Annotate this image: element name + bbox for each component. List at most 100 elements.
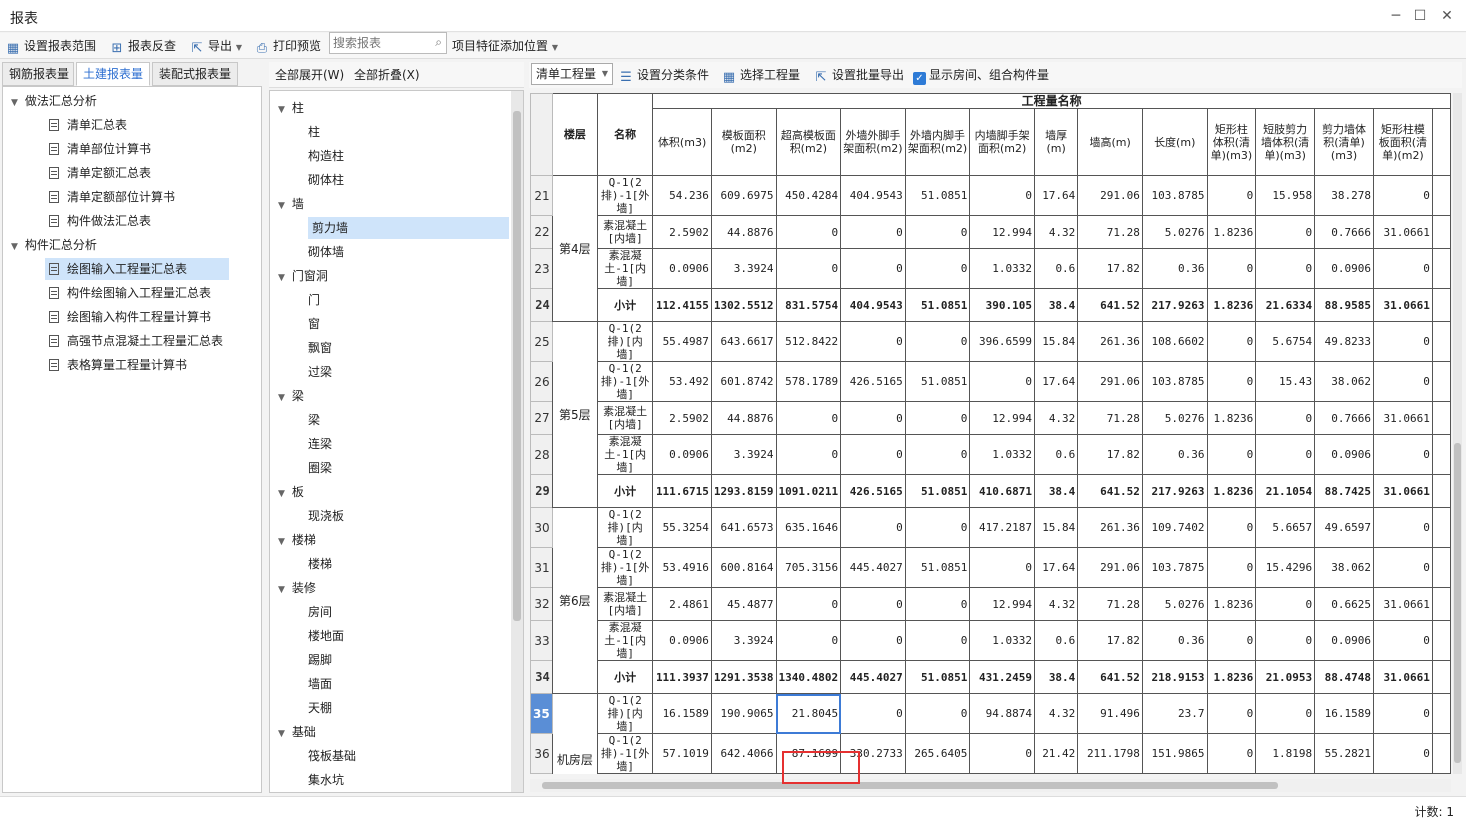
- name-cell[interactable]: 小计: [597, 474, 654, 508]
- mid-item[interactable]: 飘窗: [308, 337, 332, 359]
- value-cell[interactable]: 0: [969, 547, 1035, 588]
- set-range-button[interactable]: ▦ 设置报表范围: [6, 36, 96, 56]
- scroll-thumb[interactable]: [1454, 443, 1461, 763]
- value-cell[interactable]: 0.7666: [1314, 401, 1374, 435]
- value-cell[interactable]: 44.8876: [710, 401, 777, 435]
- name-cell[interactable]: 素混凝土-1[内墙]: [597, 248, 654, 289]
- value-cell[interactable]: 404.9543: [840, 288, 906, 322]
- value-cell[interactable]: 1.0332: [969, 620, 1035, 661]
- scroll-thumb[interactable]: [542, 782, 1278, 789]
- value-cell[interactable]: 426.5165: [840, 474, 906, 508]
- row-number[interactable]: 22: [530, 215, 553, 249]
- column-header[interactable]: 矩形柱模板面积(清单)(m2): [1373, 108, 1433, 176]
- mid-item[interactable]: 楼梯: [308, 553, 332, 575]
- value-cell[interactable]: 0: [775, 248, 842, 289]
- value-cell[interactable]: 0: [1373, 175, 1433, 216]
- value-cell[interactable]: 0.0906: [652, 248, 712, 289]
- value-cell[interactable]: 0: [904, 620, 971, 661]
- value-cell[interactable]: 21.6334: [1255, 288, 1316, 322]
- value-cell[interactable]: 0: [775, 434, 842, 475]
- value-cell[interactable]: 641.52: [1077, 660, 1143, 694]
- maximize-icon[interactable]: ☐: [1410, 6, 1430, 26]
- value-cell[interactable]: 109.7402: [1141, 507, 1208, 548]
- tree-item-component-drawing-summary[interactable]: 构件绘图输入工程量汇总表: [49, 282, 211, 304]
- column-header[interactable]: 体积(m3): [652, 108, 712, 176]
- value-cell[interactable]: 2.16: [1033, 773, 1079, 774]
- value-cell[interactable]: 643.6617: [710, 321, 777, 362]
- value-cell[interactable]: 0: [1206, 733, 1257, 774]
- value-cell[interactable]: 218.9153: [1141, 660, 1208, 694]
- name-cell[interactable]: 素混凝土[内墙]: [597, 587, 654, 621]
- value-cell[interactable]: 0: [969, 175, 1035, 216]
- vertical-scrollbar[interactable]: [511, 91, 523, 792]
- value-cell[interactable]: 71.28: [1077, 401, 1143, 435]
- tab-civil[interactable]: 土建报表量: [76, 62, 150, 86]
- value-cell[interactable]: 0: [904, 507, 971, 548]
- value-cell[interactable]: 17.82: [1077, 248, 1143, 289]
- value-cell[interactable]: 51.0851: [904, 288, 971, 322]
- mid-group[interactable]: ▼ 装修: [278, 577, 316, 599]
- value-cell[interactable]: 0.6: [1033, 434, 1079, 475]
- value-cell[interactable]: 149.4375: [1141, 773, 1208, 774]
- row-number[interactable]: 32: [530, 587, 553, 621]
- row-number[interactable]: 28: [530, 434, 553, 475]
- value-cell[interactable]: 396.6599: [969, 321, 1035, 362]
- value-cell[interactable]: 0: [840, 434, 906, 475]
- mid-item[interactable]: 墙面: [308, 673, 332, 695]
- column-header[interactable]: 短肢剪力墙体积(清单)(m3): [1255, 108, 1316, 176]
- value-cell[interactable]: 38.4: [1033, 660, 1079, 694]
- value-cell[interactable]: 31.0661: [1373, 474, 1433, 508]
- value-cell[interactable]: 16.1589: [1314, 693, 1374, 734]
- value-cell[interactable]: 103.7875: [1141, 547, 1208, 588]
- value-cell[interactable]: 431.2459: [969, 660, 1035, 694]
- value-cell[interactable]: 0.0906: [652, 620, 712, 661]
- value-cell[interactable]: 0.0906: [1314, 620, 1374, 661]
- value-cell[interactable]: 17.82: [1077, 620, 1143, 661]
- value-cell[interactable]: 1.8198: [1255, 733, 1316, 774]
- value-cell[interactable]: 831.5754: [775, 288, 842, 322]
- mid-item[interactable]: 现浇板: [308, 505, 344, 527]
- value-cell[interactable]: 0: [1373, 547, 1433, 588]
- value-cell[interactable]: 0: [840, 321, 906, 362]
- value-cell[interactable]: 0: [1206, 434, 1257, 475]
- value-cell[interactable]: 88.9585: [1314, 288, 1374, 322]
- close-icon[interactable]: ✕: [1437, 6, 1457, 26]
- value-cell[interactable]: 0: [1206, 321, 1257, 362]
- value-cell[interactable]: 12.994: [969, 215, 1035, 249]
- value-cell[interactable]: 49.8233: [1314, 321, 1374, 362]
- value-cell[interactable]: 705.3156: [775, 547, 842, 588]
- value-cell[interactable]: 0: [840, 248, 906, 289]
- value-cell[interactable]: 417.2187: [969, 507, 1035, 548]
- name-cell[interactable]: Q-1(2排)[内墙]: [597, 321, 654, 362]
- value-cell[interactable]: 44.8876: [710, 215, 777, 249]
- value-cell[interactable]: 0: [775, 620, 842, 661]
- value-cell[interactable]: 51.0851: [904, 547, 971, 588]
- value-cell[interactable]: 0.36: [1141, 248, 1208, 289]
- column-header[interactable]: 墙高(m): [1077, 108, 1143, 176]
- mid-group[interactable]: ▼ 楼梯: [278, 529, 316, 551]
- value-cell[interactable]: 426.5165: [840, 361, 906, 402]
- value-cell[interactable]: 0: [1373, 693, 1433, 734]
- value-cell[interactable]: 103.8785: [1141, 175, 1208, 216]
- value-cell[interactable]: 0: [904, 401, 971, 435]
- value-cell[interactable]: 15.84: [1033, 321, 1079, 362]
- value-cell[interactable]: 0: [969, 773, 1035, 774]
- value-cell[interactable]: 190.9065: [710, 693, 777, 734]
- value-cell[interactable]: 51.0851: [904, 361, 971, 402]
- tree-item-table-calc[interactable]: 表格算量工程量计算书: [49, 354, 187, 376]
- value-cell[interactable]: 600.8164: [710, 547, 777, 588]
- value-cell[interactable]: 57.1019: [652, 733, 712, 774]
- name-cell[interactable]: Q-1(2排)-1[外墙]: [597, 547, 654, 588]
- value-cell[interactable]: 1293.8159: [710, 474, 777, 508]
- quantity-type-dropdown[interactable]: 清单工程量 ▼: [531, 63, 613, 85]
- value-cell[interactable]: 265.6405: [904, 733, 971, 774]
- tree-item-drawing-input-summary[interactable]: 绘图输入工程量汇总表: [45, 258, 229, 280]
- value-cell[interactable]: 15.4296: [1255, 547, 1316, 588]
- value-cell[interactable]: 103.8785: [1141, 361, 1208, 402]
- mid-group[interactable]: ▼ 板: [278, 481, 304, 503]
- value-cell[interactable]: 0: [1206, 773, 1257, 774]
- mid-item[interactable]: 圈梁: [308, 457, 332, 479]
- mid-item[interactable]: 梁: [308, 409, 320, 431]
- value-cell[interactable]: 31.0661: [1373, 660, 1433, 694]
- value-cell[interactable]: 609.6975: [710, 175, 777, 216]
